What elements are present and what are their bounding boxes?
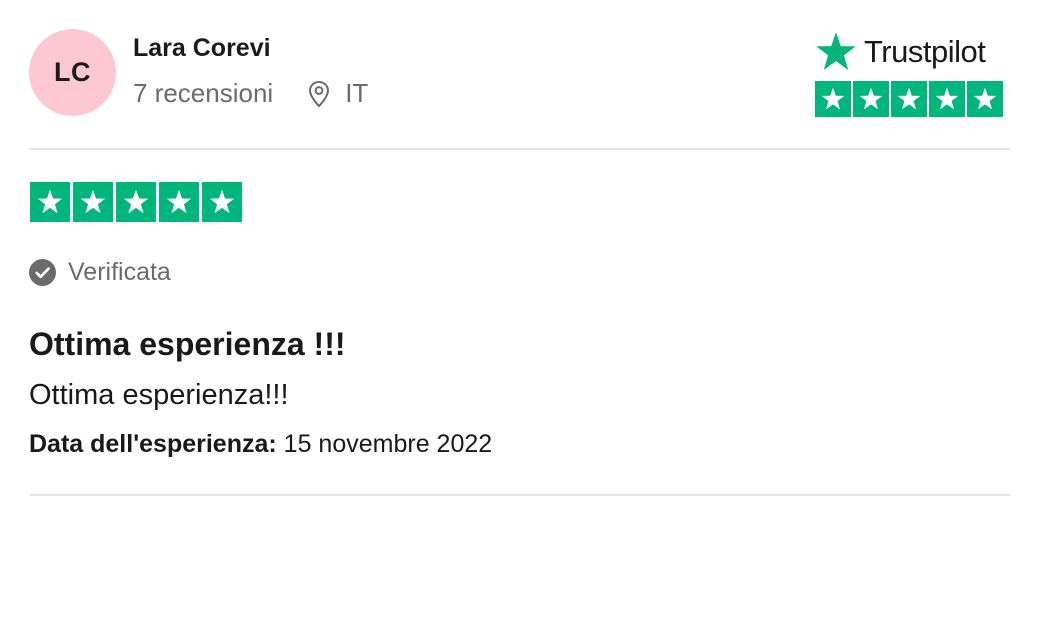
reviewer-country: IT [345, 78, 369, 108]
review-card: LC Lara Corevi 7 recensioni IT Trustpilo… [0, 0, 1039, 623]
review-title: Ottima esperienza !!! [29, 326, 346, 362]
star-icon [202, 182, 242, 222]
avatar-initials: LC [54, 57, 91, 87]
star-icon [116, 182, 156, 222]
experience-date: Data dell'esperienza: 15 novembre 2022 [29, 430, 492, 459]
trustpilot-wordmark: Trustpilot [864, 34, 986, 69]
check-circle-icon [29, 259, 56, 286]
star-icon [967, 81, 1003, 117]
reviewer-meta: 7 recensioni IT [133, 78, 368, 109]
trustpilot-rating-stars [815, 81, 1003, 117]
trustpilot-star-icon [816, 32, 856, 70]
review-body: Ottima esperienza!!! [29, 379, 289, 411]
avatar[interactable]: LC [29, 29, 116, 116]
experience-date-label: Data dell'esperienza: [29, 430, 277, 458]
verified-label: Verificata [68, 258, 171, 286]
star-icon [891, 81, 927, 117]
review-rating-stars [30, 182, 242, 222]
review-count: 7 recensioni [133, 78, 274, 108]
divider [29, 494, 1010, 496]
trustpilot-logo: Trustpilot [814, 30, 986, 74]
star-icon [929, 81, 965, 117]
map-pin-icon [309, 80, 330, 107]
star-icon [159, 182, 199, 222]
divider [29, 148, 1010, 150]
star-icon [815, 81, 851, 117]
star-icon [30, 182, 70, 222]
experience-date-value: 15 novembre 2022 [283, 430, 493, 458]
reviewer-name[interactable]: Lara Corevi [133, 34, 271, 63]
star-icon [73, 182, 113, 222]
star-icon [853, 81, 889, 117]
verified-badge[interactable]: Verificata [29, 258, 171, 287]
